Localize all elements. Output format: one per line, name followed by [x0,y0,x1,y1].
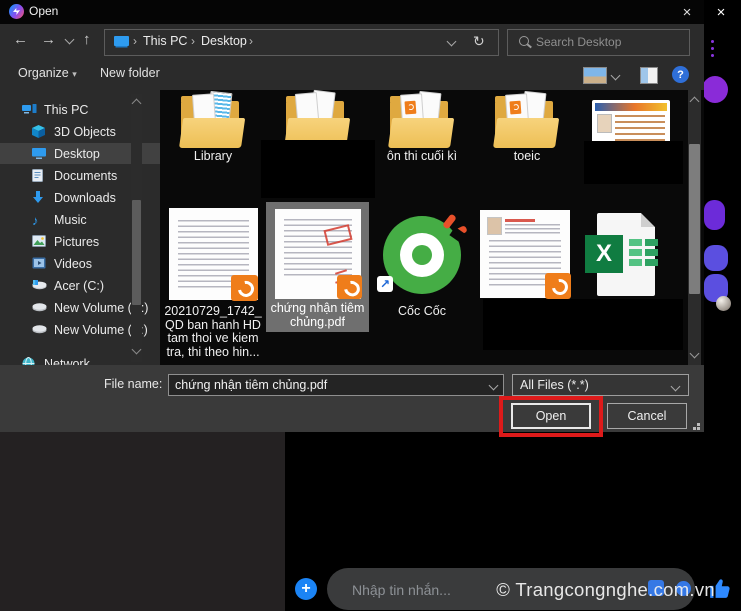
hard-drive-icon [32,301,47,314]
menu-dots-icon [711,54,714,57]
breadcrumb[interactable]: › This PC › Desktop › ↻ [104,29,499,56]
computer-icon [22,103,37,116]
open-file-dialog: Open × ← → ↑ › This PC › Desktop › ↻ Sea… [0,0,704,432]
sidebar-item-label: Acer (C:) [54,279,104,293]
menu-dots-icon [711,47,714,50]
document-icon [32,169,47,182]
history-chevron-icon[interactable] [65,35,75,45]
menu-dots-icon [711,40,714,43]
sidebar-item-label: Documents [54,169,117,183]
pdf-badge-icon [337,275,362,299]
annotation-highlight-rectangle [499,396,603,437]
excel-cells-icon [629,239,658,266]
thumbnail-view-icon[interactable] [583,67,607,84]
coccoc-logo-icon [383,216,461,294]
censor-box [584,141,683,184]
desktop-location-icon [114,36,129,46]
address-dropdown-icon[interactable] [447,37,457,47]
sidebar-item-label: Network [44,357,90,366]
file-label: 20210729_1742_ QD ban hanh HD tam thoi v… [163,305,263,359]
dialog-footer: File name: All Files (*.*) Open Cancel [0,365,704,432]
command-toolbar: Organize ▾ New folder ? [0,58,704,90]
cancel-button[interactable]: Cancel [607,403,687,429]
sidebar-item-label: 3D Objects [54,125,116,139]
file-label: chứng nhận tiêm chủng.pdf [268,302,367,329]
video-icon [32,257,47,270]
breadcrumb-separator: › [133,34,137,48]
messenger-plus-button[interactable]: + [295,578,317,600]
excel-x-icon: X [585,235,623,273]
file-type-select[interactable]: All Files (*.*) [512,374,689,396]
file-label: Library [161,150,265,164]
picture-icon [32,235,47,248]
window-close-button[interactable]: × [706,0,736,24]
hard-drive-icon [32,323,47,336]
music-note-icon: ♪ [32,213,47,226]
file-type-dropdown-icon [671,382,681,392]
network-globe-icon [22,357,37,365]
navigation-sidebar: This PC 3D Objects Desktop Documents Dow… [0,90,160,365]
file-name-input[interactable] [168,374,504,396]
file-list: Library ôn thi cuối kì [160,90,704,365]
resize-grip [693,427,696,430]
screen: × Open × ← → ↑ › This PC › Desktop › [0,0,741,611]
forward-button[interactable]: → [41,31,56,48]
sidebar-item-label: Pictures [54,235,99,249]
download-arrow-icon [32,191,47,204]
navigation-bar: ← → ↑ › This PC › Desktop › ↻ Search Des… [0,24,704,58]
resize-grip [697,423,700,426]
file-label: ôn thi cuối kì [370,150,474,164]
search-box[interactable]: Search Desktop [507,29,690,56]
hard-drive-icon [32,279,47,292]
dialog-titlebar: Open × [0,0,704,24]
new-folder-button[interactable]: New folder [100,66,160,80]
search-input[interactable]: Search Desktop [536,35,621,49]
organize-button[interactable]: Organize ▾ [18,66,77,80]
pdf-badge-icon [231,275,258,301]
sidebar-item-label: Videos [54,257,92,271]
breadcrumb-this-pc[interactable]: This PC [143,34,187,48]
back-button[interactable]: ← [13,31,28,48]
cube-icon [32,125,47,138]
background-sticker [704,200,725,230]
sidebar-item-label: Music [54,213,87,227]
dialog-title: Open [29,4,58,18]
censor-box [483,299,683,350]
censor-box [261,140,375,198]
up-button[interactable]: ↑ [83,31,91,48]
shortcut-arrow-icon: ↗ [377,276,393,292]
organize-label: Organize [18,66,69,80]
details-view-icon[interactable] [640,67,658,84]
sidebar-item-label: Desktop [54,147,100,161]
background-sticker [702,76,728,103]
breadcrumb-separator: › [191,34,195,48]
file-list-scrollbar-thumb[interactable] [689,144,700,294]
monitor-icon [32,147,47,160]
file-type-value: All Files (*.*) [520,378,589,392]
sidebar-item-label: This PC [44,103,88,117]
sidebar-item-label: Downloads [54,191,116,205]
background-sticker [704,245,728,271]
file-label: Cốc Cốc [386,305,458,319]
background-sticker [716,296,731,311]
view-dropdown-icon[interactable] [611,71,621,81]
breadcrumb-separator: › [249,34,253,48]
sidebar-scrollbar-thumb[interactable] [132,200,141,305]
pdf-badge-icon [545,273,571,299]
chat-left-panel [0,432,285,611]
breadcrumb-desktop[interactable]: Desktop [201,34,247,48]
file-name-label: File name: [104,377,162,391]
refresh-icon[interactable]: ↻ [473,33,485,50]
search-icon [519,36,529,46]
help-button[interactable]: ? [672,66,689,83]
message-input-placeholder: Nhập tin nhắn... [352,582,451,598]
watermark: © Trangcongnghe.com.vn [496,579,715,601]
messenger-app-icon [9,4,24,19]
resize-grip[interactable] [697,427,700,430]
dialog-close-button[interactable]: × [672,0,702,24]
organize-caret-icon: ▾ [72,69,77,79]
file-label: toeic [475,150,579,164]
